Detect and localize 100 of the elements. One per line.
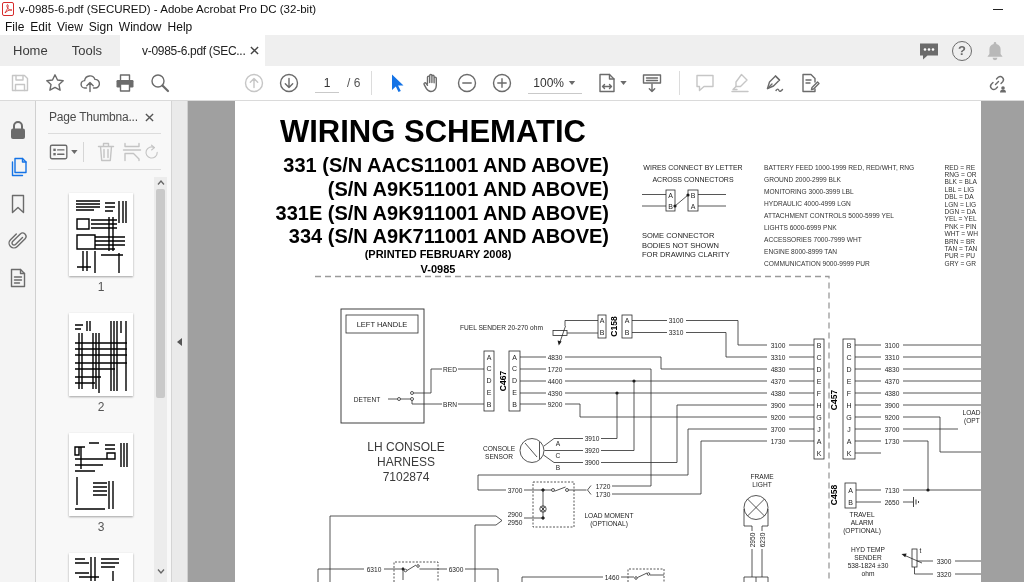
sender-icon [901, 548, 923, 568]
tab[interactable]: v-0985-6.pdf (SEC... [120, 35, 266, 66]
wire [854, 404, 882, 406]
wire [519, 392, 547, 394]
wire [519, 368, 547, 370]
wire [641, 205, 667, 207]
zoom-dropdown[interactable]: 100% [528, 72, 583, 94]
page-thumbnail[interactable] [69, 433, 133, 516]
wire [854, 344, 882, 346]
menu-item[interactable]: File [5, 19, 25, 34]
plug-symbol [587, 485, 592, 495]
wire [854, 356, 882, 358]
zoom-in-icon [492, 73, 513, 93]
close-icon [250, 46, 260, 55]
wire [620, 576, 629, 578]
wire [519, 356, 547, 358]
model-line: 331E (S/N A9K911001 AND ABOVE) [275, 202, 609, 224]
sensor-icon [519, 438, 545, 463]
print-date: (PRINTED FEBRUARY 2008) [364, 248, 512, 260]
trash-icon [96, 141, 116, 162]
wire [788, 356, 815, 358]
tab[interactable]: Tools [59, 35, 115, 66]
wire [854, 380, 882, 382]
page-thumbnail[interactable] [69, 193, 133, 276]
connector-label: C457 [829, 389, 839, 411]
wire [413, 368, 443, 394]
wire [788, 440, 815, 442]
page-number-label: 1 [97, 280, 105, 294]
wire [411, 400, 443, 405]
ground-icon [913, 496, 919, 508]
pen-icon [765, 73, 786, 93]
fill-sign-icon [800, 73, 821, 93]
menu-item[interactable]: Window [118, 19, 162, 34]
chevron-down-icon [156, 569, 165, 574]
connector-block [743, 576, 769, 582]
wire [641, 194, 667, 195]
save-icon [10, 73, 30, 93]
junction-dot [926, 488, 930, 492]
wire [854, 392, 882, 394]
wire [457, 403, 485, 405]
wire [631, 320, 668, 321]
scrollbar[interactable] [154, 177, 167, 582]
wire [854, 416, 882, 418]
model-line: 331 (S/N AACS11001 AND ABOVE) [283, 154, 609, 176]
wire [761, 548, 763, 578]
page-number-label: 2 [97, 400, 105, 414]
close-panel-button[interactable] [144, 111, 155, 123]
chevron-up-icon [156, 180, 165, 185]
search-icon [150, 73, 170, 93]
page-number-field[interactable]: 1 [315, 73, 339, 93]
arrow-up-circle-icon [244, 73, 264, 93]
highlighter-icon [730, 73, 751, 93]
model-line: 334 (S/N A9K711001 AND ABOVE) [288, 225, 609, 247]
insert-pages-icon [122, 141, 142, 162]
wire [854, 428, 882, 430]
wire [788, 404, 815, 406]
panel-title: Page Thumbna... [49, 110, 138, 124]
triangle-left-icon [177, 338, 182, 346]
tab[interactable]: Home [1, 35, 60, 66]
wire [674, 194, 689, 207]
wire [854, 368, 882, 370]
menu-item[interactable]: Help [167, 19, 193, 34]
sender-icon [552, 325, 568, 346]
page-thumbnail[interactable] [69, 313, 133, 396]
connector-label: C467 [498, 370, 508, 392]
wire [788, 380, 815, 382]
wire [914, 566, 934, 575]
switch-icon [393, 561, 439, 582]
wire [902, 501, 914, 503]
wire [788, 416, 815, 418]
wire [564, 320, 599, 327]
zoom-out-icon [457, 73, 478, 93]
wire [519, 380, 547, 382]
menu-item[interactable]: Edit [30, 19, 52, 34]
connector-label: C458 [829, 484, 839, 506]
wire [751, 548, 753, 578]
model-line: (S/N A9K511001 AND ABOVE) [327, 178, 609, 200]
page-count: / 6 [347, 76, 361, 90]
wire [854, 452, 882, 454]
wire [631, 332, 668, 333]
scroll-thumb[interactable] [156, 189, 165, 398]
wire [954, 573, 981, 575]
switch-icon [627, 568, 665, 582]
wire [761, 508, 769, 532]
minimize-icon [993, 8, 1003, 10]
wire [855, 489, 882, 491]
page-thumbnail[interactable] [69, 553, 133, 582]
close-icon [145, 112, 154, 122]
cloud-upload-icon [80, 73, 100, 93]
window-title: v-0985-6.pdf (SECURED) - Adobe Acrobat Pro DC (32-bit) [19, 3, 317, 15]
wire [788, 344, 815, 346]
menu-item[interactable]: Sign [88, 19, 113, 34]
switch-icon [387, 391, 414, 401]
collapse-panel-handle[interactable] [172, 101, 188, 582]
caret-icon [568, 80, 577, 85]
paperclip-icon [7, 231, 28, 251]
menu-item[interactable]: View [57, 19, 83, 34]
scroll-mode-icon [642, 73, 663, 93]
wire [854, 440, 882, 442]
wire [519, 403, 547, 405]
